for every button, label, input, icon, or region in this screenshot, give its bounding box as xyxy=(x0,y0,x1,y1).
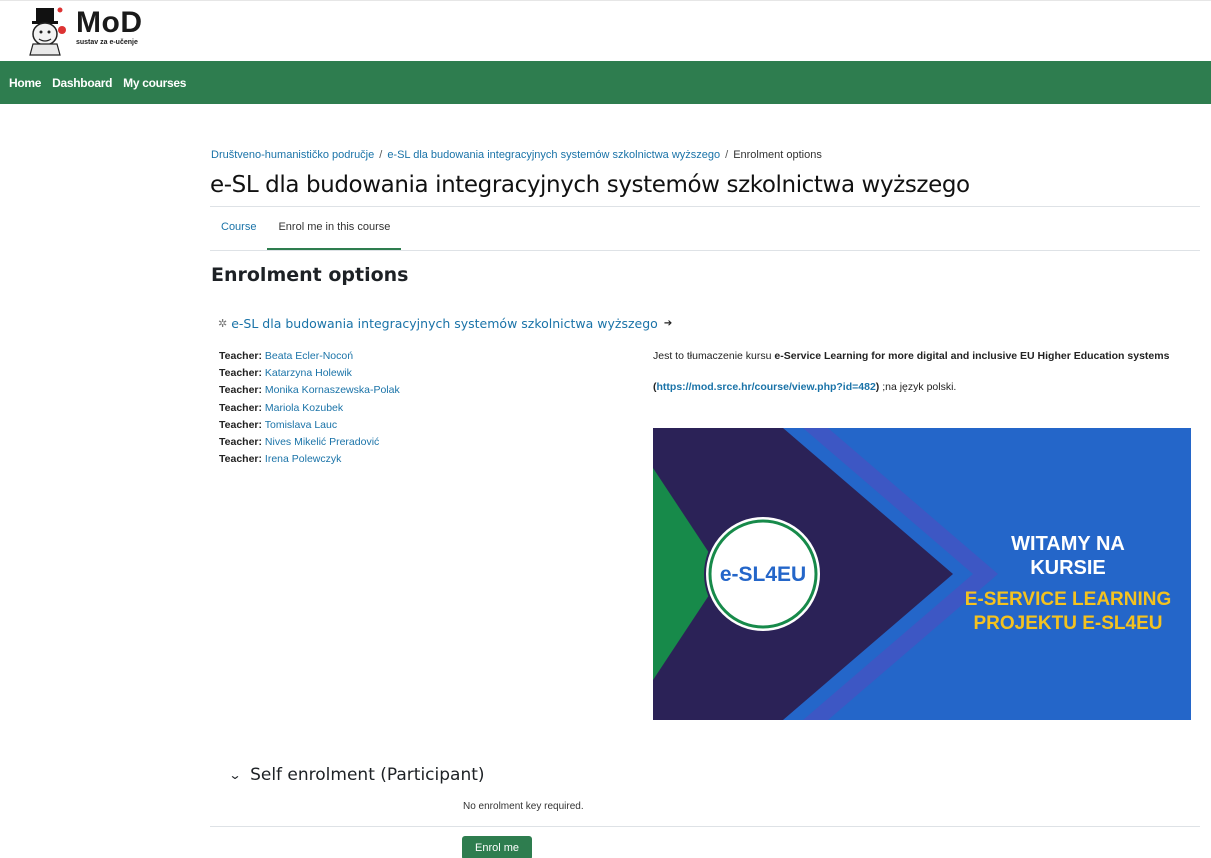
teacher-label: Teacher: xyxy=(219,453,262,466)
summary-intro: Jest to tłumaczenie kursu xyxy=(653,350,775,362)
teacher-item: Teacher: Nives Mikelić Preradović xyxy=(219,434,400,451)
teacher-link[interactable]: Nives Mikelić Preradović xyxy=(265,436,379,448)
teacher-item: Teacher: Tomislava Lauc xyxy=(219,417,400,434)
summary-course-name: e-Service Learning for more digital and … xyxy=(774,350,1170,362)
page-title: e-SL dla budowania integracyjnych system… xyxy=(210,172,970,198)
main-navbar: Home Dashboard My courses xyxy=(0,61,1211,104)
breadcrumb-separator: / xyxy=(725,149,729,161)
site-header: MoD sustav za e-učenje xyxy=(0,0,1211,61)
teacher-link[interactable]: Irena Polewczyk xyxy=(265,453,341,465)
summary-url-line: (https://mod.srce.hr/course/view.php?id=… xyxy=(653,379,1193,396)
nav-home[interactable]: Home xyxy=(9,76,41,90)
banner-line-3: E-SERVICE LEARNING xyxy=(964,589,1172,610)
teacher-label: Teacher: xyxy=(219,401,262,414)
section-heading: Enrolment options xyxy=(211,264,409,286)
teacher-item: Teacher: Monika Kornaszewska-Polak xyxy=(219,382,400,399)
enrol-me-button[interactable]: Enrol me xyxy=(462,836,532,858)
teacher-item: Teacher: Irena Polewczyk xyxy=(219,451,400,468)
breadcrumb-separator: / xyxy=(379,149,383,161)
login-icon: ➔ xyxy=(663,318,673,329)
teacher-label: Teacher: xyxy=(219,367,262,380)
teacher-link[interactable]: Monika Kornaszewska-Polak xyxy=(265,384,400,396)
banner-logo-text: e-SL4EU xyxy=(720,563,806,586)
teacher-item: Teacher: Beata Ecler-Nocoń xyxy=(219,348,400,365)
mascot-icon xyxy=(29,7,66,56)
teacher-link[interactable]: Katarzyna Holewik xyxy=(265,367,352,379)
self-enrolment-title: Self enrolment (Participant) xyxy=(250,765,485,785)
summary-tail: ;na język polski. xyxy=(879,381,957,393)
course-name-link[interactable]: e-SL dla budowania integracyjnych system… xyxy=(231,316,658,331)
divider xyxy=(210,826,1200,827)
summary-text: Jest to tłumaczenie kursu e-Service Lear… xyxy=(653,348,1193,365)
breadcrumb-item-category[interactable]: Društveno-humanističko područje xyxy=(211,149,374,161)
course-icon: ✲ xyxy=(218,317,228,330)
course-banner-image: e-SL4EU WITAMY NA KURSIE E-SERVICE LEARN… xyxy=(653,428,1191,720)
self-enrolment-toggle[interactable]: ⌄ Self enrolment (Participant) xyxy=(228,765,485,785)
teacher-item: Teacher: Katarzyna Holewik xyxy=(219,365,400,382)
banner-line-2: KURSIE xyxy=(1030,557,1106,579)
no-key-text: No enrolment key required. xyxy=(463,801,584,812)
teacher-link[interactable]: Tomislava Lauc xyxy=(265,419,337,431)
chevron-down-icon: ⌄ xyxy=(228,768,242,782)
summary-url-link[interactable]: https://mod.srce.hr/course/view.php?id=4… xyxy=(657,381,876,393)
breadcrumb-item-course[interactable]: e-SL dla budowania integracyjnych system… xyxy=(387,149,720,161)
banner-line-4: PROJEKTU E-SL4EU xyxy=(973,613,1163,634)
divider xyxy=(210,250,1200,251)
teacher-label: Teacher: xyxy=(219,436,262,449)
site-logo[interactable]: MoD sustav za e-učenje xyxy=(22,6,182,58)
breadcrumb: Društveno-humanističko područje / e-SL dla… xyxy=(211,149,822,161)
course-summary: Jest to tłumaczenie kursu e-Service Lear… xyxy=(653,348,1193,396)
nav-my-courses[interactable]: My courses xyxy=(123,76,186,90)
teacher-label: Teacher: xyxy=(219,384,262,397)
tab-course[interactable]: Course xyxy=(210,207,267,250)
banner-line-1: WITAMY NA xyxy=(1011,533,1125,555)
teacher-link[interactable]: Mariola Kozubek xyxy=(265,402,343,414)
teacher-item: Teacher: Mariola Kozubek xyxy=(219,400,400,417)
teacher-list: Teacher: Beata Ecler-Nocoń Teacher: Kata… xyxy=(219,348,400,468)
course-tabs: Course Enrol me in this course xyxy=(210,207,402,250)
course-box-link[interactable]: ✲ e-SL dla budowania integracyjnych syst… xyxy=(218,316,672,331)
logo-title: MoD xyxy=(76,6,143,39)
banner-text: WITAMY NA KURSIE E-SERVICE LEARNING PROJ… xyxy=(953,532,1183,636)
tab-enrol[interactable]: Enrol me in this course xyxy=(267,207,402,250)
breadcrumb-current: Enrolment options xyxy=(733,149,822,161)
nav-dashboard[interactable]: Dashboard xyxy=(52,76,112,90)
teacher-label: Teacher: xyxy=(219,418,262,431)
logo-subtitle: sustav za e-učenje xyxy=(76,39,138,46)
teacher-link[interactable]: Beata Ecler-Nocoń xyxy=(265,350,353,362)
teacher-label: Teacher: xyxy=(219,350,262,362)
